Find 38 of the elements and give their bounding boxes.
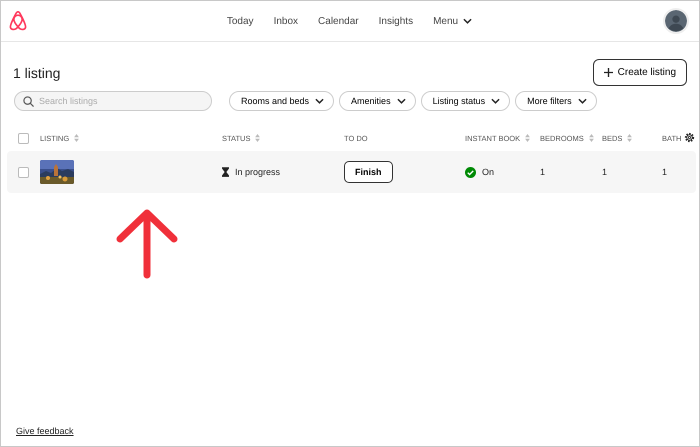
sort-icon (588, 134, 594, 142)
plus-icon (604, 68, 613, 77)
table-row[interactable]: In progress Finish On 1 1 1 (7, 151, 696, 193)
chevron-down-icon (578, 98, 587, 104)
chevron-down-icon (396, 98, 406, 104)
nav-link[interactable]: Menu (433, 16, 472, 26)
filter-dropdown[interactable]: Listing status (420, 91, 510, 111)
sort-icon (74, 134, 80, 142)
chevron-down-icon (463, 18, 472, 24)
search-field[interactable]: Search listings (14, 91, 212, 111)
give-feedback-link[interactable]: Give feedback (16, 426, 74, 436)
search-icon (23, 96, 34, 107)
finish-button[interactable]: Finish (344, 161, 392, 183)
table-cell: 1 (662, 167, 668, 177)
select-all-checkbox[interactable] (18, 132, 29, 144)
nav-link[interactable]: Inbox (274, 16, 298, 26)
avatar-icon[interactable] (663, 8, 689, 34)
status-text: In progress (235, 167, 280, 177)
instant-book-value: On (482, 167, 494, 177)
table-cell: 1 (540, 167, 546, 177)
sort-icon (627, 134, 632, 142)
logo-icon[interactable] (8, 10, 28, 32)
chevron-down-icon (315, 98, 324, 104)
chevron-down-icon (491, 98, 500, 104)
filter-dropdown[interactable]: More filters (515, 91, 597, 111)
hourglass-icon (222, 167, 229, 177)
nav-link[interactable]: Insights (378, 16, 414, 26)
sort-icon (525, 134, 530, 142)
filter-dropdown[interactable]: Amenities (339, 91, 416, 111)
table-cell: 1 (602, 167, 608, 177)
nav-link[interactable]: Today (226, 16, 254, 26)
filter-dropdown[interactable]: Rooms and beds (229, 91, 334, 111)
page-title: 1 listing (13, 64, 60, 80)
nav-link[interactable]: Calendar (318, 16, 359, 26)
sort-icon (255, 134, 260, 142)
create-listing-button[interactable]: Create listing (592, 59, 687, 86)
settings-icon[interactable] (684, 132, 695, 143)
row-checkbox[interactable] (18, 166, 29, 178)
